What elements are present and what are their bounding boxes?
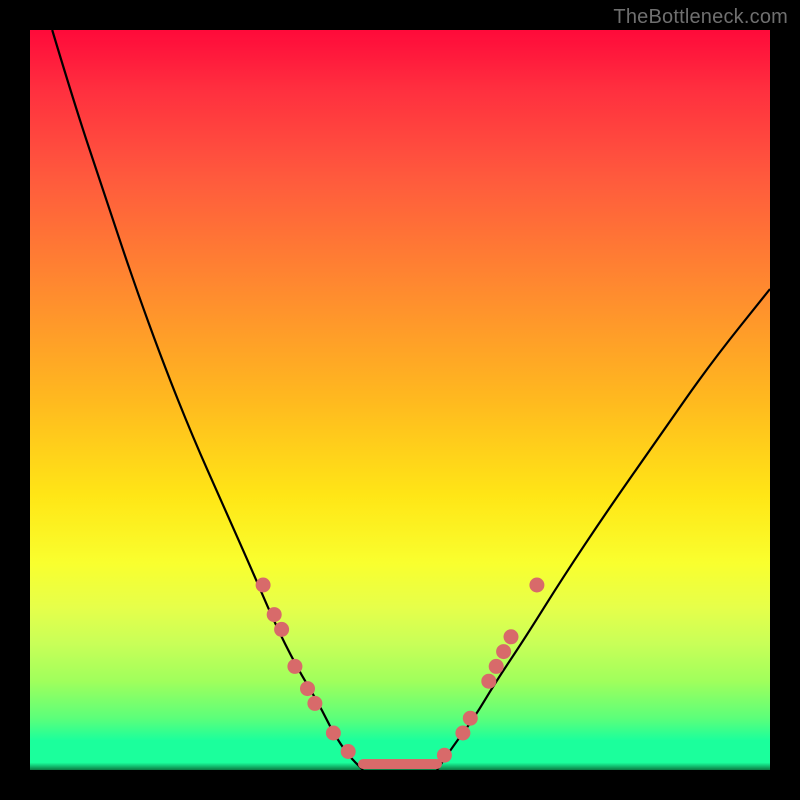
marker-dot [489,659,504,674]
marker-dot [307,696,322,711]
right-curve [437,289,770,770]
chart-frame: TheBottleneck.com [0,0,800,800]
marker-dot [504,629,519,644]
marker-dot [287,659,302,674]
marker-dot [463,711,478,726]
marker-dot [256,578,271,593]
marker-dot [326,726,341,741]
marker-dot [481,674,496,689]
chart-svg [30,30,770,770]
marker-dot [267,607,282,622]
marker-dot [341,744,356,759]
marker-dot [300,681,315,696]
marker-dot [529,578,544,593]
watermark-text: TheBottleneck.com [613,6,788,29]
marker-dot [455,726,470,741]
marker-dots-group [256,578,545,763]
plot-area [30,30,770,770]
marker-dot [274,622,289,637]
marker-dot [496,644,511,659]
marker-dot [437,748,452,763]
left-curve [52,30,363,770]
